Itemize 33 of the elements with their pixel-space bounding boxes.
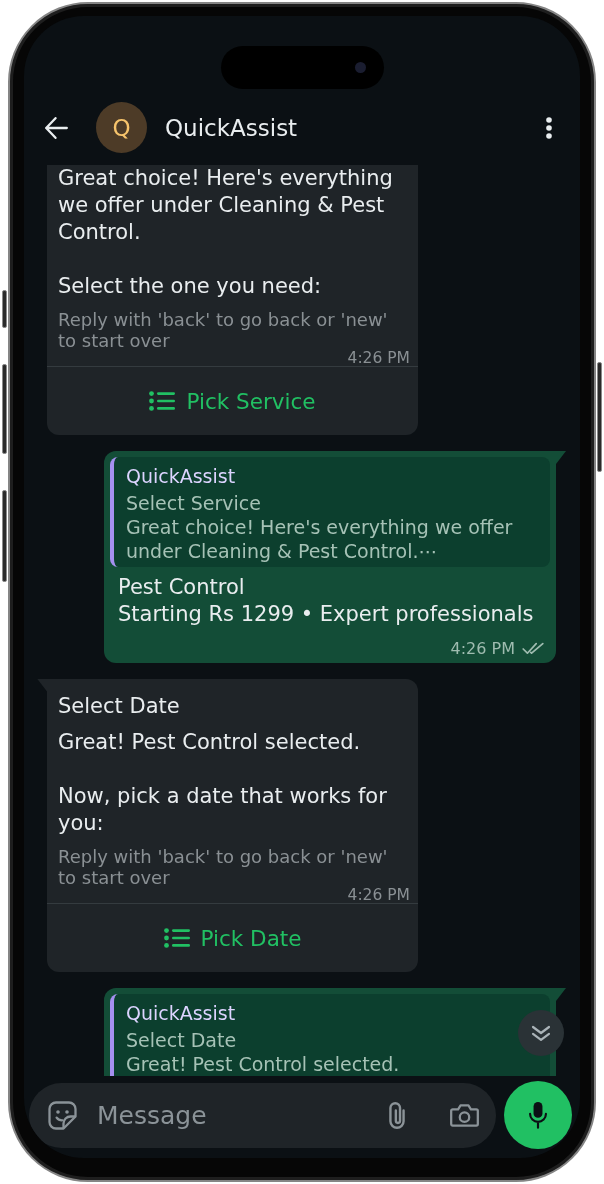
- quoted-sender: QuickAssist: [126, 464, 237, 488]
- message-time: 4:26 PM: [347, 351, 410, 366]
- message-text: Great choice! Here's everything we offer under Cleaning & Pest Control. Select the one you need:: [58, 165, 394, 300]
- message-time: 4:26 PM: [450, 639, 515, 658]
- quoted-message[interactable]: QuickAssist Select Date Great! Pest Control selected.: [110, 994, 550, 1076]
- avatar[interactable]: Q: [96, 102, 147, 153]
- double-chevron-down-icon: [531, 1024, 551, 1042]
- message-header: Select Date: [58, 693, 181, 720]
- message-time: 4:26 PM: [347, 888, 410, 903]
- list-action-button[interactable]: Pick Date: [47, 903, 418, 972]
- camera-icon[interactable]: [450, 1103, 479, 1127]
- quoted-title: Select Date: [126, 1028, 238, 1052]
- list-icon: [149, 391, 176, 411]
- list-action-button[interactable]: Pick Service: [47, 366, 418, 435]
- more-options-icon[interactable]: [546, 116, 552, 139]
- message-footer: Reply with 'back' to go back or 'new' to start over: [58, 309, 407, 351]
- list-icon: [163, 928, 190, 948]
- quoted-message[interactable]: QuickAssist Select Service Great choice! Here's everything we offer under Cleaning & Pest Control.⋯: [110, 457, 550, 567]
- message-text: Starting Rs 1299 • Expert professionals: [117, 601, 535, 628]
- message-footer: Reply with 'back' to go back or 'new' to start over: [58, 846, 407, 888]
- quoted-text: Great! Pest Control selected.: [126, 1052, 401, 1076]
- paperclip-icon[interactable]: [389, 1101, 405, 1129]
- message-input[interactable]: Message: [97, 1098, 381, 1132]
- back-arrow-icon[interactable]: [45, 116, 68, 139]
- quoted-text: Great choice! Here's everything we offer under Cleaning & Pest Control.⋯: [126, 515, 514, 563]
- reply-title: Pest Control: [117, 574, 246, 601]
- quoted-title: Select Service: [126, 491, 262, 515]
- sticker-icon[interactable]: [48, 1100, 77, 1130]
- message-field[interactable]: Message: [29, 1082, 496, 1148]
- microphone-icon: [529, 1101, 547, 1129]
- quoted-sender: QuickAssist: [126, 1001, 237, 1025]
- message-text: Great! Pest Control selected. Now, pick a date that works for you:: [58, 729, 388, 837]
- contact-name: QuickAssist: [165, 113, 298, 142]
